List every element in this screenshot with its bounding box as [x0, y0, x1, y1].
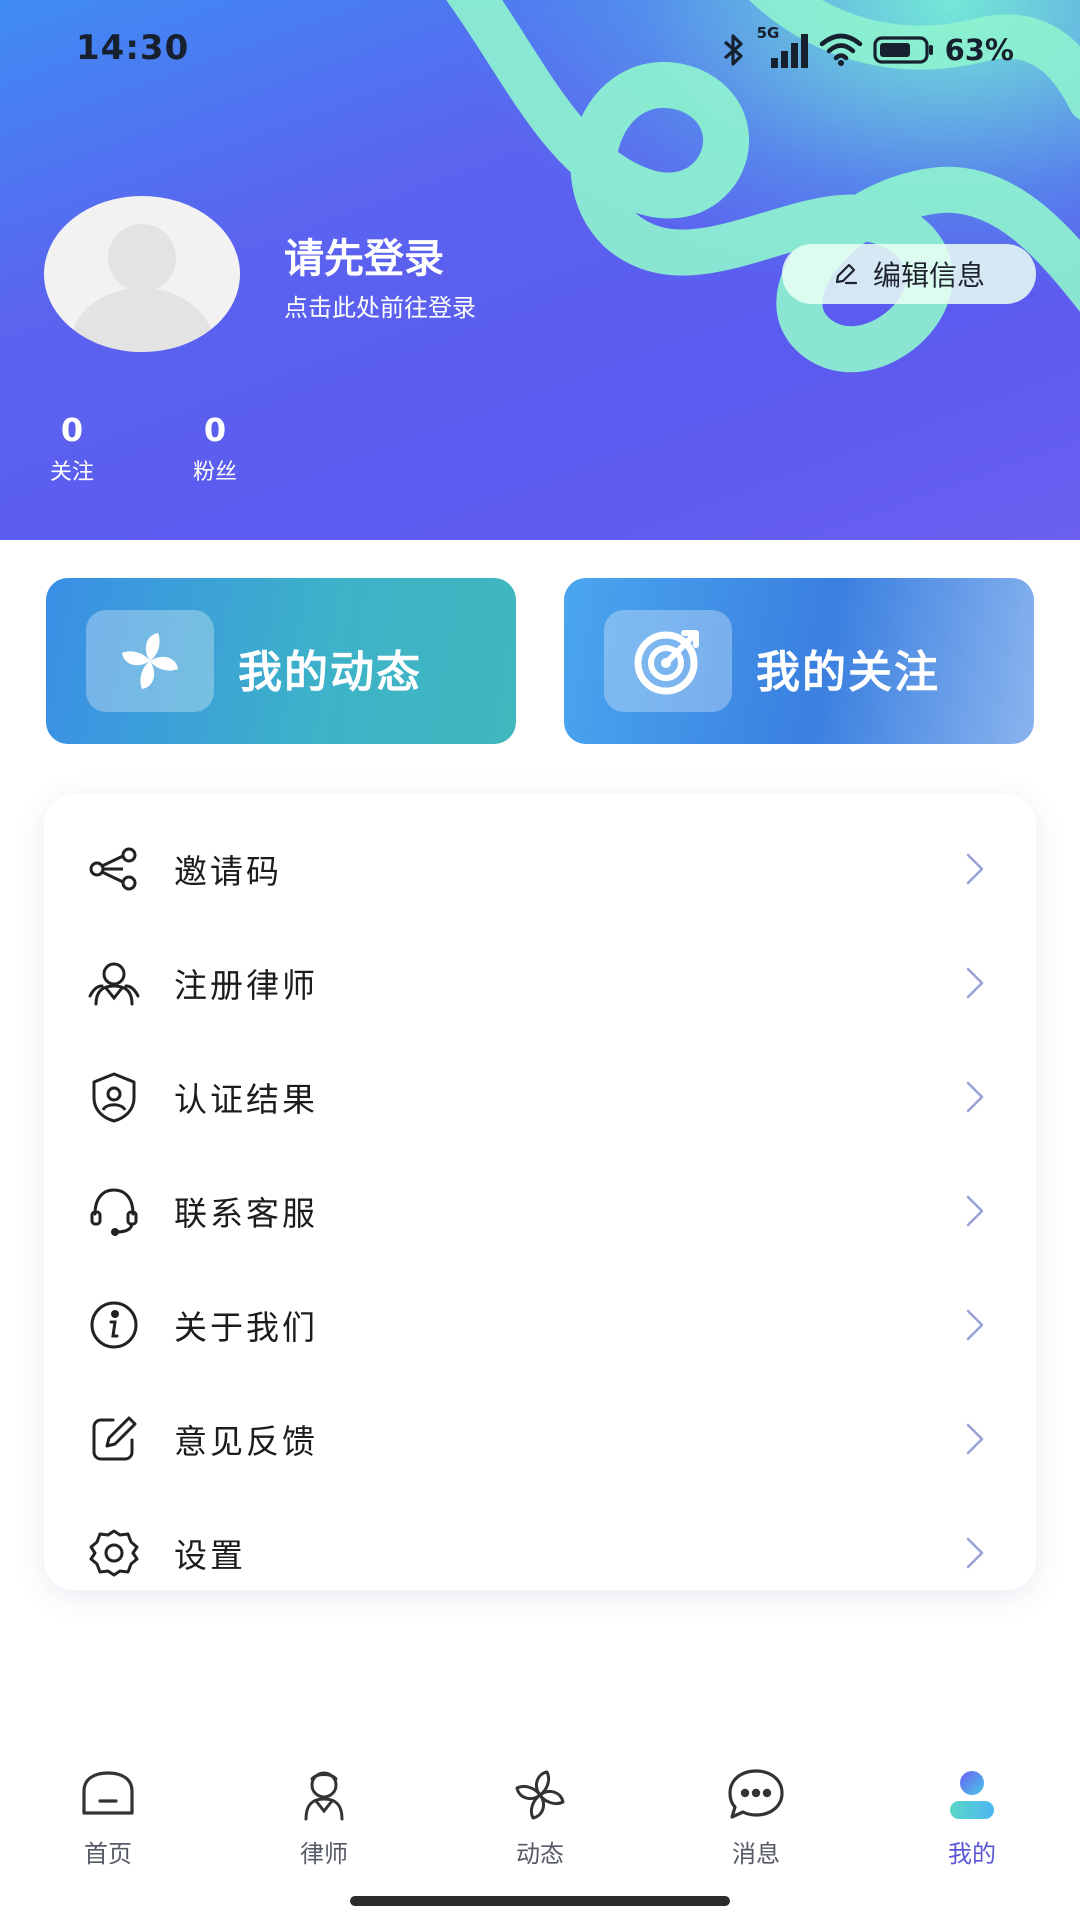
tab-label: 动态	[516, 1840, 564, 1868]
target-icon	[604, 610, 732, 712]
lawyer-icon	[264, 1760, 384, 1830]
signal-icon: 5G	[757, 24, 809, 70]
tab-label: 律师	[300, 1840, 348, 1868]
chevron-right-icon	[966, 1537, 984, 1569]
headset-icon	[84, 1181, 144, 1241]
menu-item-settings[interactable]: 设置	[44, 1496, 1036, 1610]
home-icon	[48, 1760, 168, 1830]
tab-lawyers[interactable]: 律师	[264, 1760, 384, 1880]
edit-icon	[84, 1409, 144, 1469]
my-follows-label: 我的关注	[756, 647, 940, 698]
following-count: 0	[60, 411, 84, 449]
gear-icon	[84, 1523, 144, 1583]
status-icons: 5G 63%	[719, 24, 1014, 70]
chevron-right-icon	[966, 1195, 984, 1227]
menu-label: 设置	[174, 1536, 246, 1575]
profile-header: 14:30 5G 63% 请先登录 点击此处前往登录 编辑信息 0 关注 0 粉…	[0, 0, 1080, 540]
status-time: 14:30	[76, 28, 190, 68]
pinwheel-icon	[86, 610, 214, 712]
wifi-icon	[819, 33, 862, 66]
my-posts-card[interactable]: 我的动态	[46, 578, 516, 744]
my-posts-label: 我的动态	[238, 647, 422, 698]
chat-icon	[696, 1760, 816, 1830]
avatar[interactable]	[44, 196, 240, 352]
stat-following[interactable]: 0 关注	[27, 412, 117, 486]
bluetooth-icon	[723, 34, 743, 66]
lawyer-icon	[84, 953, 144, 1013]
following-label: 关注	[49, 460, 94, 485]
menu-item-invite-code[interactable]: 邀请码	[44, 812, 1036, 926]
login-title[interactable]: 请先登录	[284, 226, 444, 284]
stat-fans[interactable]: 0 粉丝	[170, 412, 260, 486]
menu-item-about-us[interactable]: 关于我们	[44, 1268, 1036, 1382]
fans-label: 粉丝	[192, 460, 237, 485]
chevron-right-icon	[966, 1309, 984, 1341]
battery-level: 63%	[944, 33, 1014, 67]
pinwheel-icon	[480, 1760, 600, 1830]
chevron-right-icon	[966, 853, 984, 885]
menu-label: 认证结果	[174, 1080, 318, 1119]
settings-menu: 邀请码 注册律师 认证结果 联系客服 关于我们 意见反馈 设置	[44, 794, 1036, 1590]
default-avatar-icon	[70, 224, 214, 352]
menu-label: 意见反馈	[174, 1422, 318, 1461]
tab-home[interactable]: 首页	[48, 1760, 168, 1880]
chevron-right-icon	[966, 967, 984, 999]
info-icon	[84, 1295, 144, 1355]
tab-feed[interactable]: 动态	[480, 1760, 600, 1880]
tab-mine[interactable]: 我的	[912, 1760, 1032, 1880]
menu-item-contact-service[interactable]: 联系客服	[44, 1154, 1036, 1268]
menu-label: 邀请码	[174, 852, 282, 891]
edit-info-button[interactable]: 编辑信息	[782, 244, 1036, 304]
shield-user-icon	[84, 1067, 144, 1127]
battery-icon	[872, 36, 933, 64]
bottom-tab-bar: 首页 律师 动态 消息 我的	[0, 1760, 1080, 1880]
tab-label: 我的	[948, 1840, 996, 1868]
menu-label: 联系客服	[174, 1194, 318, 1233]
my-follows-card[interactable]: 我的关注	[564, 578, 1034, 744]
tab-messages[interactable]: 消息	[696, 1760, 816, 1880]
menu-label: 注册律师	[174, 966, 318, 1005]
fans-count: 0	[203, 411, 227, 449]
menu-item-feedback[interactable]: 意见反馈	[44, 1382, 1036, 1496]
home-indicator	[350, 1896, 730, 1906]
pencil-icon	[835, 263, 858, 285]
menu-label: 关于我们	[174, 1308, 318, 1347]
share-icon	[84, 839, 144, 899]
tab-label: 首页	[84, 1840, 132, 1868]
login-subtitle[interactable]: 点击此处前往登录	[284, 288, 476, 323]
user-icon	[912, 1760, 1032, 1830]
edit-info-label: 编辑信息	[872, 259, 985, 292]
chevron-right-icon	[966, 1423, 984, 1455]
chevron-right-icon	[966, 1081, 984, 1113]
status-bar: 14:30 5G 63%	[0, 0, 1080, 100]
tab-label: 消息	[732, 1840, 780, 1868]
menu-item-certification-result[interactable]: 认证结果	[44, 1040, 1036, 1154]
menu-item-register-lawyer[interactable]: 注册律师	[44, 926, 1036, 1040]
